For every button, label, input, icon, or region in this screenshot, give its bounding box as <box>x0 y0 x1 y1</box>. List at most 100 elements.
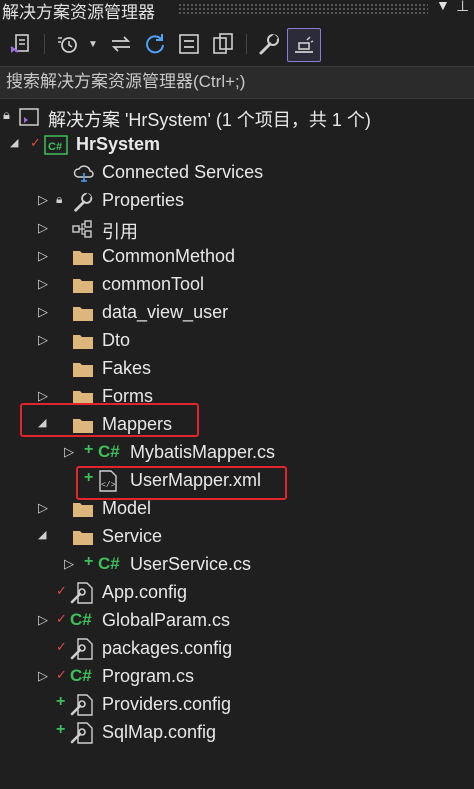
tree-item-csharp-file[interactable]: ▷ + C# MybatisMapper.cs <box>0 439 474 467</box>
wrench-icon <box>259 33 279 55</box>
config-file-icon <box>70 638 93 660</box>
tree-item-csharp-file[interactable]: ▷ + C# UserService.cs <box>0 551 474 579</box>
collapsed-arrow-icon[interactable]: ▷ <box>38 276 52 294</box>
checkmark-icon: ✓ <box>30 135 41 150</box>
collapsed-arrow-icon[interactable]: ▷ <box>38 612 52 630</box>
collapsed-arrow-icon[interactable]: ▷ <box>38 332 52 350</box>
connected-services-icon <box>73 165 94 182</box>
tree-item-label: UserService.cs <box>130 554 252 574</box>
tree-item-folder[interactable]: ▷ Dto <box>0 327 474 355</box>
search-input[interactable] <box>6 71 466 93</box>
csharp-file-icon: C# <box>98 554 120 573</box>
checkmark-icon: ✓ <box>56 639 67 654</box>
tree-item-connected-services[interactable]: Connected Services <box>0 159 474 187</box>
added-plus-icon: + <box>84 553 94 570</box>
folder-icon <box>73 531 93 545</box>
tree-item-label: Program.cs <box>102 666 195 686</box>
tree-item-label: 引用 <box>102 222 138 242</box>
window-position-dropdown-icon[interactable]: ▼ <box>436 0 450 13</box>
collapse-all-icon <box>179 34 199 54</box>
window-title: 解决方案资源管理器 <box>2 3 155 22</box>
folder-icon <box>73 307 93 321</box>
filter-dropdown-icon[interactable]: ▼ <box>86 30 100 58</box>
tree-item-folder[interactable]: Fakes <box>0 355 474 383</box>
tree-item-label: App.config <box>102 582 188 602</box>
added-plus-icon: + <box>84 441 94 458</box>
expanded-arrow-icon[interactable]: ◢ <box>10 136 24 154</box>
tree-item-folder[interactable]: ▷ CommonMethod <box>0 243 474 271</box>
collapsed-arrow-icon[interactable]: ▷ <box>64 444 78 462</box>
tree-item-label: Service <box>102 526 163 546</box>
switch-views-button[interactable] <box>6 30 36 58</box>
tree-item-references[interactable]: ▷ 引用 <box>0 215 474 243</box>
tree-item-label: 解决方案 'HrSystem' (1 个项目，共 1 个) <box>48 110 371 130</box>
title-bar: 解决方案资源管理器 ▼ ⊥ <box>0 0 474 22</box>
tree-item-solution[interactable]: 🔒︎ 解决方案 'HrSystem' (1 个项目，共 1 个) <box>0 103 474 131</box>
sync-arrows-icon <box>111 36 131 52</box>
tree-item-label: Model <box>102 498 152 518</box>
tree-item-label: Fakes <box>102 358 152 378</box>
tree-item-config-file[interactable]: + Providers.config <box>0 691 474 719</box>
search-box <box>0 66 474 99</box>
tree-item-folder[interactable]: ◢ Service <box>0 523 474 551</box>
tree-item-label: CommonMethod <box>102 246 236 266</box>
wrench-icon <box>74 192 93 212</box>
tree-item-folder[interactable]: ▷ data_view_user <box>0 299 474 327</box>
pin-icon[interactable]: ⊥ <box>456 0 469 15</box>
tree-item-csharp-file[interactable]: ▷ ✓ C# GlobalParam.cs <box>0 607 474 635</box>
config-file-icon <box>70 582 93 604</box>
tree-item-config-file[interactable]: ✓ App.config <box>0 579 474 607</box>
tree-item-config-file[interactable]: ✓ packages.config <box>0 635 474 663</box>
checkmark-icon: ✓ <box>56 667 67 682</box>
folder-icon <box>73 363 93 377</box>
refresh-button[interactable] <box>140 30 170 58</box>
collapsed-arrow-icon[interactable]: ▷ <box>64 556 78 574</box>
tree-item-properties[interactable]: ▷ 🔒︎ Properties <box>0 187 474 215</box>
tree-item-folder[interactable]: ▷ Model <box>0 495 474 523</box>
collapsed-arrow-icon[interactable]: ▷ <box>38 220 52 238</box>
sync-with-document-button[interactable] <box>106 30 136 58</box>
solution-icon <box>19 108 39 126</box>
properties-button[interactable] <box>254 30 284 58</box>
collapsed-arrow-icon[interactable]: ▷ <box>38 248 52 266</box>
csharp-file-icon: C# <box>98 442 120 461</box>
clock-icon <box>58 37 77 53</box>
tree-item-label: Dto <box>102 330 131 350</box>
csharp-file-icon: C# <box>70 610 92 629</box>
tree-item-project[interactable]: ◢ ✓ C# HrSystem <box>0 131 474 159</box>
collapsed-arrow-icon[interactable]: ▷ <box>38 304 52 322</box>
folder-icon <box>73 503 93 517</box>
collapsed-arrow-icon[interactable]: ▷ <box>38 668 52 686</box>
tree-item-label: MybatisMapper.cs <box>130 442 276 462</box>
tree-item-label: packages.config <box>102 638 233 658</box>
refresh-icon <box>146 34 164 54</box>
tree-item-label: HrSystem <box>76 134 161 154</box>
csharp-project-icon: C# <box>44 135 68 155</box>
tree-item-label: SqlMap.config <box>102 722 217 742</box>
collapse-all-button[interactable] <box>174 30 204 58</box>
lock-icon: 🔒︎ <box>56 192 63 206</box>
collapsed-arrow-icon[interactable]: ▷ <box>38 192 52 210</box>
folder-icon <box>73 335 93 349</box>
show-all-files-button[interactable] <box>208 30 238 58</box>
drag-grip[interactable] <box>178 3 428 15</box>
added-plus-icon: + <box>56 721 66 738</box>
checkmark-icon: ✓ <box>56 583 67 598</box>
tree-item-csharp-file[interactable]: ▷ ✓ C# Program.cs <box>0 663 474 691</box>
lock-icon: 🔒︎ <box>3 107 10 122</box>
tree-item-folder[interactable]: ▷ commonTool <box>0 271 474 299</box>
svg-text:C#: C# <box>48 141 62 153</box>
collapsed-arrow-icon[interactable]: ▷ <box>38 500 52 518</box>
folder-icon <box>73 279 93 293</box>
switch-views-icon <box>10 34 29 53</box>
highlight-box-mappers <box>20 403 199 437</box>
config-file-icon <box>70 722 93 744</box>
tree-item-config-file[interactable]: + SqlMap.config <box>0 719 474 747</box>
folder-icon <box>73 251 93 265</box>
added-plus-icon: + <box>56 693 66 710</box>
preview-selected-items-button[interactable] <box>287 28 321 62</box>
pending-changes-filter-button[interactable] <box>52 30 82 58</box>
checkmark-icon: ✓ <box>56 611 67 626</box>
expanded-arrow-icon[interactable]: ◢ <box>38 528 52 546</box>
toolbar: ▼ <box>0 22 474 66</box>
